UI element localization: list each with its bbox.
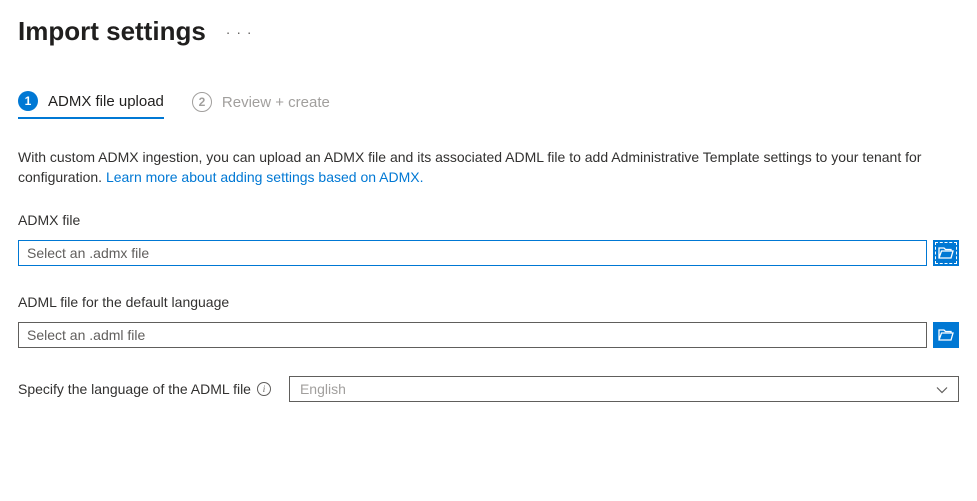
admx-file-label: ADMX file (18, 212, 959, 228)
adml-file-row: Select an .adml file (18, 322, 959, 348)
folder-open-icon (938, 246, 954, 260)
language-select[interactable]: English (289, 376, 959, 402)
wizard-tabs: 1 ADMX file upload 2 Review + create (18, 91, 959, 119)
page-header: Import settings · · · (18, 16, 959, 47)
tab-admx-upload[interactable]: 1 ADMX file upload (18, 91, 164, 119)
page-title: Import settings (18, 16, 206, 47)
tab-step-badge: 2 (192, 92, 212, 112)
learn-more-link[interactable]: Learn more about adding settings based o… (106, 169, 424, 185)
more-icon: · · · (226, 24, 253, 40)
adml-browse-button[interactable] (933, 322, 959, 348)
language-label-group: Specify the language of the ADML file i (18, 381, 271, 397)
more-actions-button[interactable]: · · · (222, 20, 257, 44)
adml-file-label: ADML file for the default language (18, 294, 959, 310)
info-icon[interactable]: i (257, 382, 271, 396)
language-field: Specify the language of the ADML file i … (18, 376, 959, 402)
admx-file-input[interactable]: Select an .admx file (18, 240, 927, 266)
chevron-down-icon (936, 381, 948, 397)
tab-label: Review + create (222, 94, 330, 111)
adml-file-input[interactable]: Select an .adml file (18, 322, 927, 348)
admx-file-row: Select an .admx file (18, 240, 959, 266)
admx-file-field: ADMX file Select an .admx file (18, 212, 959, 266)
tab-review-create[interactable]: 2 Review + create (192, 91, 330, 119)
tab-step-badge: 1 (18, 91, 38, 111)
folder-open-icon (938, 328, 954, 342)
language-select-value: English (300, 381, 346, 397)
adml-file-field: ADML file for the default language Selec… (18, 294, 959, 348)
admx-browse-button[interactable] (933, 240, 959, 266)
description-text: With custom ADMX ingestion, you can uplo… (18, 147, 958, 188)
language-label: Specify the language of the ADML file (18, 381, 251, 397)
tab-label: ADMX file upload (48, 93, 164, 110)
